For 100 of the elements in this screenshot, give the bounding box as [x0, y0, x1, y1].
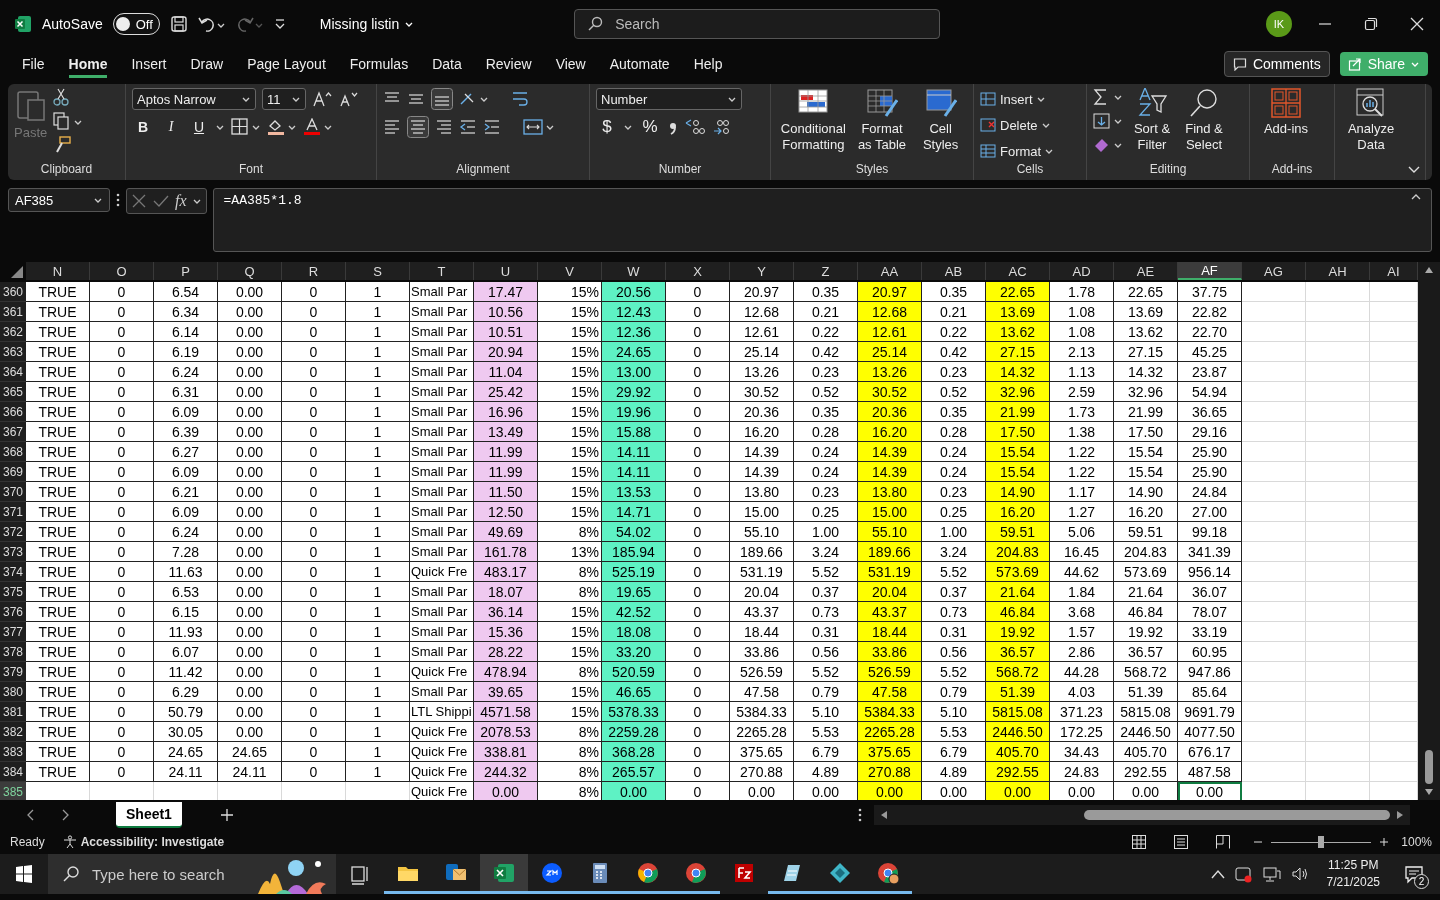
- row-header[interactable]: 378: [0, 642, 26, 662]
- menu-tab[interactable]: Draw: [190, 50, 224, 78]
- row-header[interactable]: 371: [0, 502, 26, 522]
- column-header[interactable]: T: [410, 262, 474, 280]
- comments-button[interactable]: Comments: [1223, 51, 1330, 77]
- decrease-decimal-icon[interactable]: [711, 118, 731, 136]
- row-header[interactable]: 369: [0, 462, 26, 482]
- delete-cells-button[interactable]: Delete: [980, 114, 1055, 136]
- undo-icon[interactable]: [197, 15, 226, 33]
- row-header[interactable]: 375: [0, 582, 26, 602]
- menu-tab[interactable]: Review: [485, 50, 532, 78]
- save-icon[interactable]: [169, 15, 188, 33]
- currency-button[interactable]: $: [596, 116, 618, 138]
- meeting-app-icon[interactable]: [540, 860, 564, 885]
- menu-tab[interactable]: View: [555, 50, 586, 78]
- menu-tab[interactable]: Home: [68, 50, 108, 78]
- column-header[interactable]: R: [282, 262, 346, 280]
- formula-field[interactable]: =AA385*1.8: [212, 188, 1432, 252]
- scroll-up-icon[interactable]: [1424, 266, 1434, 274]
- italic-button[interactable]: I: [160, 116, 182, 138]
- browser-icon[interactable]: [636, 860, 660, 885]
- column-header[interactable]: X: [666, 262, 730, 280]
- restore-icon[interactable]: [1364, 17, 1378, 31]
- autosum-icon[interactable]: [1093, 88, 1123, 106]
- collapse-icon[interactable]: [1411, 193, 1421, 200]
- column-header[interactable]: Y: [730, 262, 794, 280]
- column-header[interactable]: AH: [1306, 262, 1370, 280]
- column-header[interactable]: AG: [1242, 262, 1306, 280]
- clock[interactable]: 11:25 PM 7/21/2025: [1326, 857, 1380, 891]
- column-header[interactable]: Q: [218, 262, 282, 280]
- scroll-down-icon[interactable]: [1424, 788, 1434, 796]
- row-header[interactable]: 374: [0, 562, 26, 582]
- diamond-app-icon[interactable]: [828, 860, 852, 885]
- chevron-up-icon[interactable]: [1210, 869, 1225, 879]
- menu-tab[interactable]: Help: [693, 50, 723, 78]
- column-header[interactable]: S: [346, 262, 410, 280]
- cell-styles-button[interactable]: Cell Styles: [915, 88, 966, 153]
- sheet-tab[interactable]: Sheet1: [116, 802, 182, 828]
- copy-icon[interactable]: [53, 112, 84, 130]
- font-name-dropdown[interactable]: Aptos Narrow: [132, 88, 256, 110]
- column-header[interactable]: AF: [1178, 262, 1242, 280]
- column-header[interactable]: AC: [986, 262, 1050, 280]
- name-box[interactable]: AF385: [8, 188, 110, 212]
- increase-indent-icon[interactable]: [483, 118, 501, 136]
- browser-icon[interactable]: [684, 860, 708, 885]
- row-header[interactable]: 368: [0, 442, 26, 462]
- page-layout-icon[interactable]: [1173, 834, 1190, 850]
- percent-button[interactable]: %: [639, 116, 661, 138]
- scrollbar-thumb[interactable]: [1083, 810, 1390, 820]
- insert-function-button[interactable]: fx: [175, 192, 187, 210]
- row-header[interactable]: 376: [0, 602, 26, 622]
- row-header[interactable]: 367: [0, 422, 26, 442]
- align-center-icon[interactable]: [407, 116, 429, 138]
- scroll-left-icon[interactable]: [879, 810, 888, 820]
- merge-center-icon[interactable]: [523, 118, 555, 136]
- number-format-dropdown[interactable]: Number: [596, 88, 742, 110]
- font-color-icon[interactable]: [303, 118, 333, 136]
- row-header[interactable]: 365: [0, 382, 26, 402]
- decrease-font-icon[interactable]: [338, 90, 358, 108]
- cancel-icon[interactable]: [131, 193, 147, 209]
- collapse-ribbon-icon[interactable]: [1408, 166, 1420, 174]
- font-size-dropdown[interactable]: 11: [262, 88, 306, 110]
- volume-icon[interactable]: [1290, 865, 1309, 883]
- document-title[interactable]: Missing listin: [319, 16, 415, 32]
- add-ins-button[interactable]: Add-ins: [1256, 88, 1316, 137]
- selected-cell[interactable]: 0.00: [1178, 782, 1242, 800]
- row-header[interactable]: 383: [0, 742, 26, 762]
- align-right-icon[interactable]: [435, 118, 453, 136]
- column-header[interactable]: AB: [922, 262, 986, 280]
- row-header[interactable]: 363: [0, 342, 26, 362]
- underline-button[interactable]: U: [188, 116, 210, 138]
- menu-tab[interactable]: Formulas: [349, 50, 409, 78]
- zoom-in-icon[interactable]: [1379, 837, 1390, 847]
- search-field[interactable]: Search: [574, 9, 941, 39]
- menu-tab[interactable]: Automate: [609, 50, 670, 78]
- row-header[interactable]: 362: [0, 322, 26, 342]
- accessibility-button[interactable]: Accessibility: Investigate: [62, 835, 225, 849]
- zoom-slider-thumb[interactable]: [1318, 836, 1325, 848]
- format-cells-button[interactable]: Format: [980, 140, 1055, 162]
- increase-font-icon[interactable]: [312, 90, 332, 108]
- row-header[interactable]: 373: [0, 542, 26, 562]
- column-header[interactable]: W: [602, 262, 666, 280]
- next-sheet-icon[interactable]: [60, 809, 70, 821]
- row-header[interactable]: 372: [0, 522, 26, 542]
- analyze-data-button[interactable]: Analyze Data: [1341, 88, 1401, 153]
- close-icon[interactable]: [1410, 17, 1424, 31]
- column-header[interactable]: AD: [1050, 262, 1114, 280]
- row-header[interactable]: 361: [0, 302, 26, 322]
- scrollbar-thumb[interactable]: [1425, 750, 1433, 784]
- menu-tab[interactable]: File: [22, 50, 45, 78]
- column-header[interactable]: N: [26, 262, 90, 280]
- column-header[interactable]: P: [154, 262, 218, 280]
- row-header[interactable]: 381: [0, 702, 26, 722]
- bold-button[interactable]: B: [132, 116, 154, 138]
- column-header[interactable]: V: [538, 262, 602, 280]
- network-icon[interactable]: [1262, 865, 1281, 883]
- scissors-icon[interactable]: [53, 88, 70, 106]
- zoom-level[interactable]: 100%: [1401, 835, 1432, 849]
- autosave-toggle[interactable]: Off: [112, 13, 160, 35]
- menu-tab[interactable]: Insert: [131, 50, 167, 78]
